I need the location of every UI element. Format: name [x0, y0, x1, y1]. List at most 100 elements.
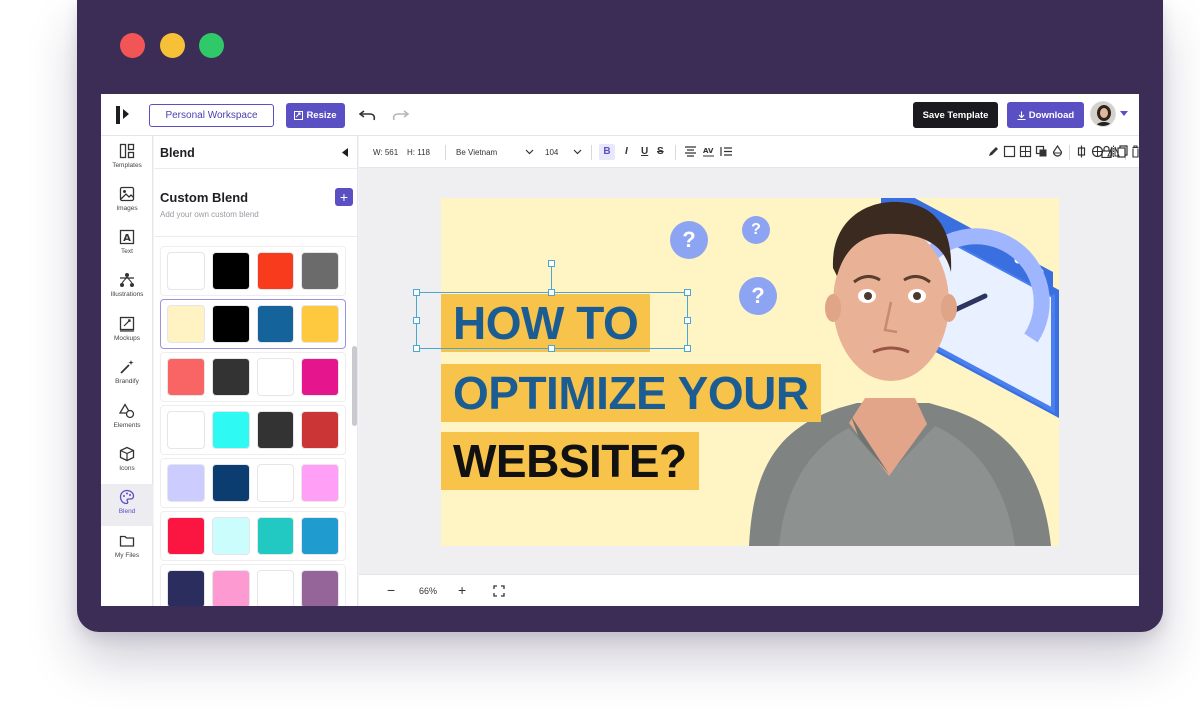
color-swatch[interactable]: [211, 252, 250, 290]
rail-label: Brandify: [115, 378, 139, 385]
rail-item-blend[interactable]: Blend: [101, 484, 153, 526]
color-swatch[interactable]: [167, 464, 205, 502]
question-bubble[interactable]: ?: [670, 221, 708, 259]
color-swatch[interactable]: [167, 305, 205, 343]
resize-handle[interactable]: [413, 289, 420, 296]
color-swatch[interactable]: [256, 252, 295, 290]
opacity-drop-icon[interactable]: [1051, 145, 1064, 158]
underline-button[interactable]: U: [641, 146, 648, 157]
workspace-selector-button[interactable]: Personal Workspace: [149, 104, 274, 127]
undo-icon[interactable]: [359, 107, 377, 123]
square-outline-icon[interactable]: [1003, 145, 1016, 158]
color-swatch[interactable]: [211, 570, 250, 606]
rail-item-illustrations[interactable]: Illustrations: [101, 267, 153, 309]
fullscreen-icon[interactable]: [493, 585, 505, 597]
download-button[interactable]: Download: [1007, 102, 1084, 128]
color-swatch[interactable]: [256, 517, 295, 555]
color-swatch[interactable]: [167, 358, 205, 396]
pen-icon[interactable]: [987, 145, 1000, 158]
chevron-down-icon[interactable]: [573, 147, 582, 156]
collapse-panel-icon[interactable]: [342, 148, 348, 157]
rail-item-templates[interactable]: Templates: [101, 138, 153, 180]
color-swatch[interactable]: [301, 358, 339, 396]
rail-label: Mockups: [113, 335, 140, 342]
font-family-select[interactable]: Be Vietnam: [456, 148, 497, 157]
palette-row[interactable]: [160, 246, 346, 296]
strikethrough-button[interactable]: S: [657, 146, 664, 157]
palette-row[interactable]: [160, 299, 346, 349]
color-swatch[interactable]: [301, 411, 339, 449]
width-readout[interactable]: W: 561: [373, 148, 398, 157]
color-swatch[interactable]: [301, 252, 339, 290]
minimize-window-button[interactable]: [160, 33, 185, 58]
letter-spacing-icon[interactable]: AV: [702, 145, 715, 158]
color-swatch[interactable]: [256, 305, 295, 343]
headline-line-1[interactable]: HOW TO: [441, 294, 651, 352]
color-swatch[interactable]: [211, 517, 250, 555]
resize-button[interactable]: Resize: [286, 103, 345, 128]
color-swatch[interactable]: [301, 464, 339, 502]
color-swatch[interactable]: [256, 411, 295, 449]
palette-row[interactable]: [160, 511, 346, 561]
custom-blend-title: Custom Blend: [160, 190, 249, 205]
rail-item-mockups[interactable]: Mockups: [101, 311, 153, 353]
save-template-button[interactable]: Save Template: [913, 102, 998, 128]
color-swatch[interactable]: [256, 358, 295, 396]
chevron-down-icon[interactable]: [1120, 111, 1128, 117]
rail-label: Text: [121, 248, 133, 255]
chevron-down-icon[interactable]: [525, 147, 534, 156]
height-readout[interactable]: H: 118: [407, 148, 430, 157]
bold-button[interactable]: B: [599, 144, 615, 160]
color-swatch[interactable]: [301, 570, 339, 606]
trash-icon[interactable]: [1132, 145, 1139, 158]
rail-item-elements[interactable]: Elements: [101, 398, 153, 440]
color-swatch[interactable]: [167, 517, 205, 555]
resize-handle[interactable]: [413, 317, 420, 324]
align-middle-icon[interactable]: [1075, 145, 1088, 158]
format-toolbar: W: 561 H: 118 Be Vietnam 104 B I U S AV: [359, 136, 1139, 168]
mockups-icon: [119, 316, 135, 332]
grid-icon[interactable]: [1019, 145, 1032, 158]
rail-item-my-files[interactable]: My Files: [101, 528, 153, 570]
color-swatch[interactable]: [211, 464, 250, 502]
color-swatch[interactable]: [256, 570, 295, 606]
color-swatch[interactable]: [211, 411, 250, 449]
color-swatch[interactable]: [211, 358, 250, 396]
maximize-window-button[interactable]: [199, 33, 224, 58]
palette-row[interactable]: [160, 352, 346, 402]
font-size-select[interactable]: 104: [545, 148, 558, 157]
zoom-in-button[interactable]: +: [458, 582, 466, 598]
close-window-button[interactable]: [120, 33, 145, 58]
add-custom-blend-button[interactable]: +: [335, 188, 353, 206]
rail-item-icons[interactable]: Icons: [101, 441, 153, 483]
zoom-out-button[interactable]: −: [387, 582, 395, 598]
italic-button[interactable]: I: [625, 146, 628, 157]
layers-icon[interactable]: [1035, 145, 1048, 158]
color-swatch[interactable]: [256, 464, 295, 502]
design-artboard[interactable]: ? ? ? HOW TO OPTIMIZE YOUR WEBSITE?: [441, 198, 1059, 546]
palette-row[interactable]: [160, 564, 346, 606]
user-avatar[interactable]: [1090, 101, 1116, 127]
brand-logo-icon[interactable]: [115, 105, 137, 125]
color-swatch[interactable]: [167, 570, 205, 606]
list-icon[interactable]: [720, 145, 733, 158]
resize-handle[interactable]: [413, 345, 420, 352]
panel-scrollbar[interactable]: [352, 346, 357, 426]
lock-icon[interactable]: [1101, 145, 1112, 158]
color-swatch[interactable]: [301, 517, 339, 555]
redo-icon[interactable]: [391, 107, 409, 123]
palette-row[interactable]: [160, 458, 346, 508]
palette-row[interactable]: [160, 405, 346, 455]
rail-item-images[interactable]: Images: [101, 181, 153, 223]
color-swatch[interactable]: [167, 411, 205, 449]
color-swatch[interactable]: [167, 252, 205, 290]
align-center-icon[interactable]: [684, 145, 697, 158]
color-swatch[interactable]: [301, 305, 339, 343]
color-swatch[interactable]: [211, 305, 250, 343]
headline-line-2[interactable]: OPTIMIZE YOUR: [441, 364, 821, 422]
copy-icon[interactable]: [1117, 145, 1128, 158]
rail-item-text[interactable]: A Text: [101, 224, 153, 266]
headline-line-3[interactable]: WEBSITE?: [441, 432, 699, 490]
download-label: Download: [1028, 109, 1075, 121]
rail-item-brandify[interactable]: Brandify: [101, 354, 153, 396]
